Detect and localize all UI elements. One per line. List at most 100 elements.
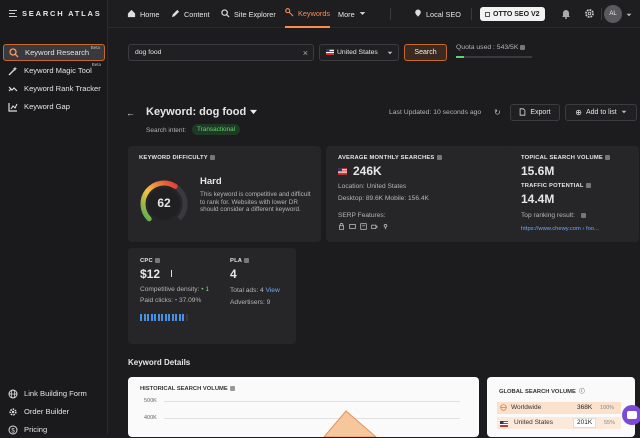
card-label: GLOBAL SEARCH VOLUME ⓘ xyxy=(499,386,585,395)
row-value: 201K xyxy=(573,418,597,428)
density-bar-segment xyxy=(161,314,163,321)
sidebar-item-keyword-rank-tracker[interactable]: Keyword Rank Tracker xyxy=(3,80,105,97)
nav-label: Home xyxy=(140,9,160,19)
card-label-text: CPC xyxy=(140,258,153,265)
difficulty-description: This keyword is competitive and difficul… xyxy=(200,191,311,214)
lock-icon xyxy=(339,223,344,230)
density-bar-segment xyxy=(140,314,142,321)
info-icon[interactable] xyxy=(604,155,610,160)
key-icon xyxy=(285,7,294,19)
refresh-icon[interactable]: ↻ xyxy=(494,108,501,117)
traffic-potential-label: TRAFFIC POTENTIAL xyxy=(521,183,591,189)
brand-logo[interactable]: SEARCH ATLAS xyxy=(9,9,102,18)
add-to-list-button[interactable]: ⊕ Add to list xyxy=(565,104,637,121)
export-button[interactable]: Export xyxy=(510,104,560,121)
nav-content[interactable]: Content xyxy=(171,0,210,28)
info-icon[interactable]: ⓘ xyxy=(579,389,585,395)
info-icon[interactable] xyxy=(436,155,442,160)
us-flag-icon xyxy=(338,168,347,177)
monthly-location: Location: United States xyxy=(338,183,407,190)
globe-icon xyxy=(500,404,507,413)
brand-name: SEARCH ATLAS xyxy=(22,9,102,18)
home-icon xyxy=(127,9,136,20)
info-icon[interactable] xyxy=(209,155,215,160)
top-ranking-label: Top ranking result: xyxy=(521,212,586,219)
cpc-cursor xyxy=(171,270,172,277)
info-icon[interactable] xyxy=(229,386,235,391)
density-bars xyxy=(140,314,188,321)
density-bar-segment xyxy=(168,314,170,321)
bell-icon[interactable] xyxy=(561,8,571,21)
pla-label: PLA xyxy=(230,258,250,265)
back-arrow-icon[interactable]: ← xyxy=(126,108,135,118)
top-ranking-text: Top ranking result: xyxy=(521,212,575,219)
topical-value: 15.6M xyxy=(521,164,555,178)
top-ranking-url[interactable]: https://www.chewy.com › foo... xyxy=(521,226,599,232)
nav-more[interactable]: More xyxy=(338,0,366,28)
file-icon xyxy=(519,107,526,118)
density-bar-segment xyxy=(171,314,174,321)
topical-volume-card: TOPICAL SEARCH VOLUME 15.6M TRAFFIC POTE… xyxy=(510,146,639,242)
sidebar-item-keyword-gap[interactable]: Keyword Gap xyxy=(3,98,105,115)
menu-icon[interactable] xyxy=(9,9,17,18)
info-icon[interactable] xyxy=(154,258,160,263)
avatar[interactable]: AL xyxy=(604,5,622,23)
difficulty-value: 62 xyxy=(157,196,171,210)
nav-label: Keywords xyxy=(298,8,331,18)
nav-home[interactable]: Home xyxy=(127,0,159,28)
card-label-text: HISTORICAL SEARCH VOLUME xyxy=(140,386,228,393)
settings-icon[interactable] xyxy=(584,8,595,21)
chat-widget-button[interactable] xyxy=(622,405,640,425)
paid-clicks: Paid clicks: • 37.09% xyxy=(140,297,202,304)
search-input[interactable]: dog food × xyxy=(128,44,314,61)
beta-badge: Beta xyxy=(91,62,101,67)
density-bar-segment xyxy=(182,314,184,321)
clear-icon[interactable]: × xyxy=(303,48,308,58)
chevron-down-icon[interactable] xyxy=(626,11,632,20)
nav-local-seo[interactable]: Local SEO xyxy=(414,0,461,28)
nav-divider xyxy=(471,8,472,20)
info-icon[interactable] xyxy=(585,183,591,188)
sidebar-item-label: Pricing xyxy=(24,425,48,434)
quota-bar-fill xyxy=(456,56,465,58)
view-link[interactable]: View xyxy=(266,287,280,294)
row-value: 368K xyxy=(577,404,593,411)
add-to-list-label: Add to list xyxy=(585,109,617,116)
info-icon[interactable] xyxy=(580,212,586,218)
card-label-text: PLA xyxy=(230,258,243,265)
sidebar-item-pricing[interactable]: $ Pricing xyxy=(3,421,105,438)
chat-icon xyxy=(627,411,637,419)
info-icon[interactable] xyxy=(520,44,526,50)
sidebar-item-link-building-form[interactable]: Link Building Form xyxy=(3,385,105,402)
nav-site-explorer[interactable]: Site Explorer xyxy=(221,0,276,28)
beta-badge: Beta xyxy=(90,45,100,50)
card-label-text: TRAFFIC POTENTIAL xyxy=(521,183,584,190)
density-bar-segment xyxy=(143,314,146,321)
nav-divider xyxy=(390,8,391,20)
monthly-value: 246K xyxy=(353,164,382,178)
main-content: dog food × United States Search Quota us… xyxy=(108,28,640,437)
country-select[interactable]: United States xyxy=(319,44,399,61)
search-intent-label: Search intent: xyxy=(146,127,187,134)
cpc-pla-card: CPC $12 Competitive density: • 1 Paid cl… xyxy=(128,248,296,344)
y-tick: 400K xyxy=(144,415,157,421)
image-icon xyxy=(349,224,356,229)
nav-divider xyxy=(601,8,602,20)
sidebar-item-label: Keyword Magic Tool xyxy=(24,66,92,75)
intent-badge: Transactional xyxy=(192,124,241,135)
sidebar-item-order-builder[interactable]: Order Builder xyxy=(3,403,105,420)
sidebar-item-keyword-magic-tool[interactable]: Keyword Magic Tool Beta xyxy=(3,62,105,79)
otto-seo-button[interactable]: OTTO SEO V2 xyxy=(480,7,545,21)
rank-icon xyxy=(8,84,18,94)
sidebar-item-keyword-research[interactable]: Keyword Research Beta xyxy=(3,44,105,61)
site-explorer-icon xyxy=(221,8,230,20)
otto-icon xyxy=(485,11,490,17)
keyword-title[interactable]: Keyword: dog food xyxy=(146,106,258,118)
nav-label: More xyxy=(338,9,355,19)
quota-text: Quota used : 543/5K xyxy=(456,44,526,51)
video-icon xyxy=(371,224,378,229)
search-button[interactable]: Search xyxy=(404,44,447,61)
info-icon[interactable] xyxy=(244,258,250,263)
nav-keywords[interactable]: Keywords xyxy=(285,0,331,28)
gear-icon xyxy=(8,407,18,417)
